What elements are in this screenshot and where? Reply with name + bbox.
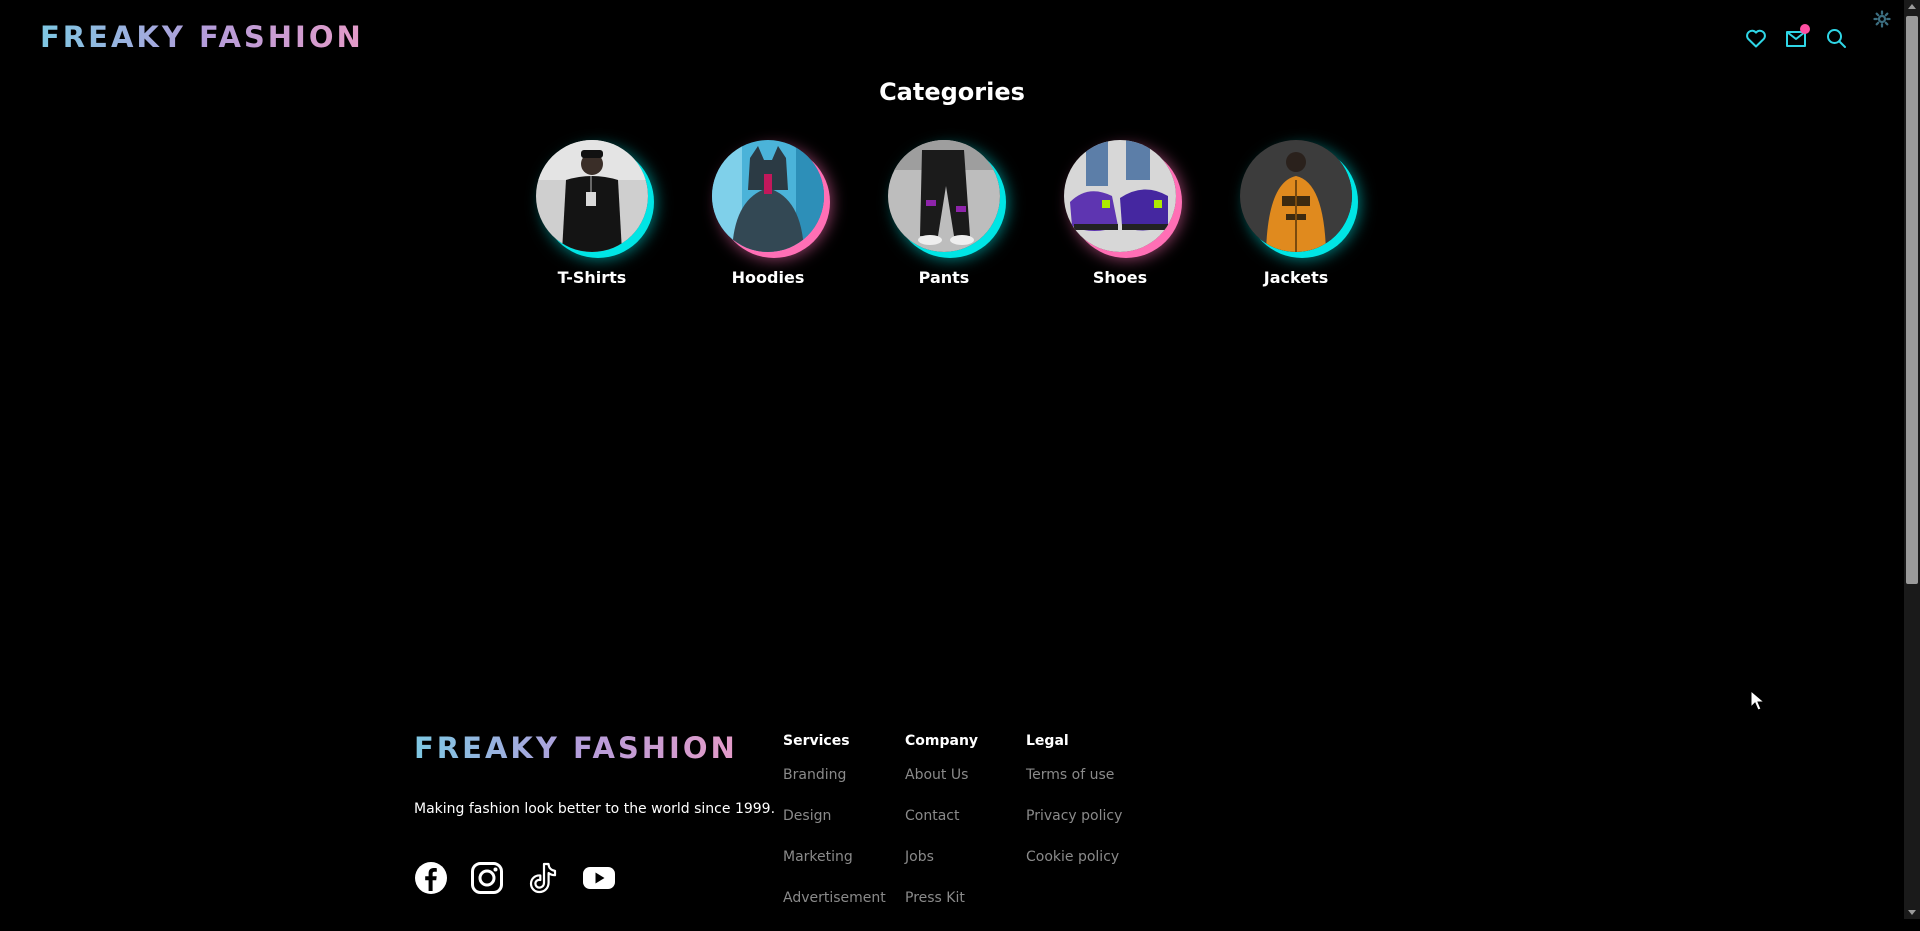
facebook-link[interactable] — [414, 861, 448, 895]
category-label: T-Shirts — [557, 268, 627, 287]
footer-link-terms-of-use[interactable]: Terms of use — [1026, 767, 1122, 808]
footer-link-branding[interactable]: Branding — [783, 767, 886, 808]
category-list: T-Shirts Hoodies Pants Shoes Jackets — [536, 140, 1352, 287]
shoes-image — [1064, 140, 1176, 252]
footer-column-title: Company — [905, 733, 979, 749]
tshirts-image — [536, 140, 648, 252]
category-jackets[interactable]: Jackets — [1240, 140, 1352, 287]
hoodies-image — [712, 140, 824, 252]
category-label: Hoodies — [731, 268, 805, 287]
categories-title: Categories — [879, 78, 1025, 106]
category-tshirts[interactable]: T-Shirts — [536, 140, 648, 287]
category-label: Pants — [918, 268, 970, 287]
footer-column-title: Legal — [1026, 733, 1069, 749]
footer-link-marketing[interactable]: Marketing — [783, 849, 886, 890]
footer-logo[interactable]: FREAKY FASHION — [414, 731, 738, 765]
cart-button[interactable] — [1784, 24, 1810, 50]
footer-column-legal: Legal Terms of use Privacy policy Cookie… — [1026, 733, 1122, 890]
category-pants[interactable]: Pants — [888, 140, 1000, 287]
wishlist-button[interactable] — [1744, 26, 1768, 50]
category-label: Jackets — [1263, 268, 1329, 287]
vertical-scrollbar[interactable] — [1904, 0, 1920, 919]
youtube-icon — [583, 867, 615, 889]
search-button[interactable] — [1824, 26, 1848, 50]
footer-link-press-kit[interactable]: Press Kit — [905, 890, 978, 931]
tiktok-link[interactable] — [526, 861, 560, 895]
brand-logo[interactable]: FREAKY FASHION — [40, 20, 364, 54]
footer-column-services: Services Branding Design Marketing Adver… — [783, 733, 886, 931]
footer-link-advertisement[interactable]: Advertisement — [783, 890, 886, 931]
facebook-icon — [415, 862, 447, 894]
heart-icon — [1746, 29, 1766, 48]
mouse-cursor-icon — [1750, 690, 1766, 711]
scroll-up-arrow-icon[interactable] — [1908, 4, 1916, 9]
footer-tagline: Making fashion look better to the world … — [414, 801, 776, 817]
footer-column-company: Company About Us Contact Jobs Press Kit — [905, 733, 978, 931]
footer-link-about-us[interactable]: About Us — [905, 767, 978, 808]
footer-link-contact[interactable]: Contact — [905, 808, 978, 849]
category-label: Shoes — [1092, 268, 1148, 287]
pants-image — [888, 140, 1000, 252]
scrollbar-thumb[interactable] — [1906, 16, 1918, 584]
social-links — [414, 861, 616, 895]
footer-column-title: Services — [783, 733, 850, 749]
cart-badge — [1800, 24, 1810, 34]
footer-link-design[interactable]: Design — [783, 808, 886, 849]
jackets-image — [1240, 140, 1352, 252]
instagram-link[interactable] — [470, 861, 504, 895]
tiktok-icon — [529, 862, 557, 894]
footer-link-jobs[interactable]: Jobs — [905, 849, 978, 890]
category-hoodies[interactable]: Hoodies — [712, 140, 824, 287]
settings-button[interactable] — [1873, 10, 1891, 28]
scroll-down-arrow-icon[interactable] — [1908, 910, 1916, 915]
footer-link-privacy-policy[interactable]: Privacy policy — [1026, 808, 1122, 849]
category-shoes[interactable]: Shoes — [1064, 140, 1176, 287]
instagram-icon — [471, 862, 503, 894]
youtube-link[interactable] — [582, 861, 616, 895]
footer-link-cookie-policy[interactable]: Cookie policy — [1026, 849, 1122, 890]
gear-icon — [1873, 10, 1891, 28]
search-icon — [1827, 29, 1846, 48]
